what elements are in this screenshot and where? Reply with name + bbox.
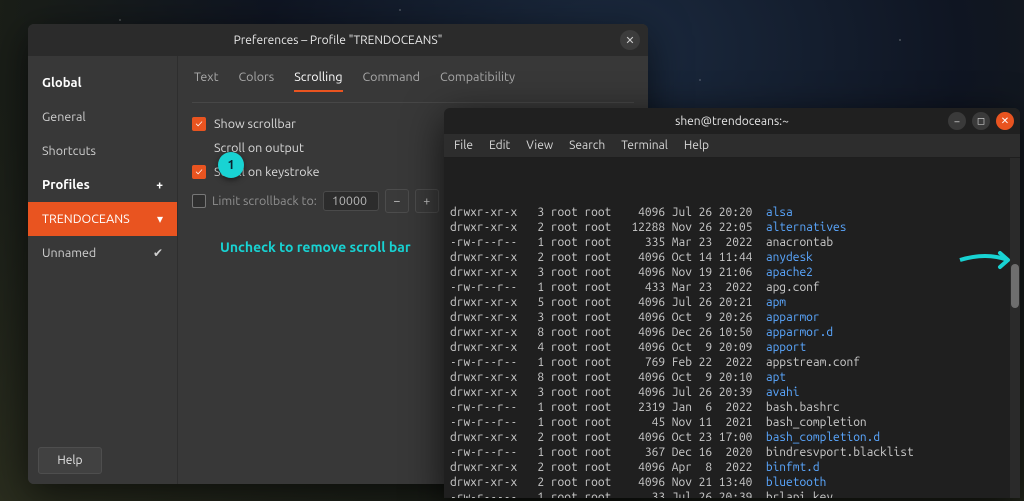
preferences-close-button[interactable]: ✕: [620, 30, 640, 50]
checkbox-scroll-keystroke[interactable]: [192, 165, 206, 179]
sidebar-global-label: Global: [42, 76, 82, 90]
minimize-button[interactable]: –: [948, 112, 966, 130]
terminal-row: drwxr-xr-x 3 root root 4096 Jul 26 20:39…: [450, 385, 1016, 400]
tab-command[interactable]: Command: [363, 70, 420, 92]
file-name: bindresvport.blacklist: [766, 446, 914, 459]
tab-text[interactable]: Text: [194, 70, 218, 92]
sidebar-item-shortcuts[interactable]: Shortcuts: [28, 134, 177, 168]
help-label: Help: [57, 454, 82, 467]
terminal-output[interactable]: drwxr-xr-x 3 root root 4096 Jul 26 20:20…: [444, 158, 1020, 498]
terminal-row: -rw-r----- 1 root root 33 Jul 26 20:39 b…: [450, 490, 1016, 498]
sidebar-section-profiles: Profiles +: [28, 168, 177, 202]
tabs: Text Colors Scrolling Command Compatibil…: [192, 66, 634, 103]
tab-scrolling[interactable]: Scrolling: [294, 70, 342, 92]
terminal-row: drwxr-xr-x 2 root root 4096 Oct 14 11:44…: [450, 250, 1016, 265]
add-profile-button[interactable]: +: [156, 179, 163, 192]
sidebar: Global General Shortcuts Profiles + TREN…: [28, 56, 178, 484]
option-label: Limit scrollback to:: [212, 194, 317, 208]
chevron-down-icon: ▾: [157, 212, 163, 226]
terminal-scrollbar[interactable]: [1010, 158, 1020, 498]
terminal-row: -rw-r--r-- 1 root root 367 Dec 16 2020 b…: [450, 445, 1016, 460]
terminal-row: -rw-r--r-- 1 root root 335 Mar 23 2022 a…: [450, 235, 1016, 250]
terminal-row: drwxr-xr-x 2 root root 12288 Nov 26 22:0…: [450, 220, 1016, 235]
file-name: bluetooth: [766, 476, 826, 489]
tab-colors[interactable]: Colors: [238, 70, 274, 92]
menu-search[interactable]: Search: [569, 139, 605, 152]
terminal-row: drwxr-xr-x 5 root root 4096 Jul 26 20:21…: [450, 295, 1016, 310]
terminal-row: drwxr-xr-x 3 root root 4096 Oct 9 20:26 …: [450, 310, 1016, 325]
menu-terminal[interactable]: Terminal: [621, 139, 668, 152]
preferences-title: Preferences – Profile "TRENDOCEANS": [234, 34, 443, 47]
window-controls: – ◻ ✕: [948, 112, 1014, 130]
sidebar-item-label: General: [42, 110, 86, 124]
sidebar-profiles-label: Profiles: [42, 178, 90, 192]
menu-help[interactable]: Help: [684, 139, 709, 152]
terminal-row: drwxr-xr-x 2 root root 4096 Oct 23 17:00…: [450, 430, 1016, 445]
file-name: apg.conf: [766, 281, 820, 294]
terminal-row: drwxr-xr-x 8 root root 4096 Dec 26 10:50…: [450, 325, 1016, 340]
annotation-marker-1: 1: [218, 152, 244, 178]
close-icon: ✕: [625, 34, 634, 47]
terminal-titlebar: shen@trendoceans:~ – ◻ ✕: [444, 108, 1020, 134]
menu-file[interactable]: File: [454, 139, 473, 152]
menu-edit[interactable]: Edit: [489, 139, 510, 152]
terminal-row: drwxr-xr-x 2 root root 4096 Nov 21 13:40…: [450, 475, 1016, 490]
file-name: anacrontab: [766, 236, 833, 249]
sidebar-profile-trendoceans[interactable]: TRENDOCEANS ▾: [28, 202, 177, 236]
scrollback-value[interactable]: 10000: [323, 191, 379, 211]
file-name: apm: [766, 296, 786, 309]
file-name: bash.bashrc: [766, 401, 840, 414]
file-name: bash_completion: [766, 416, 867, 429]
terminal-row: drwxr-xr-x 4 root root 4096 Oct 9 20:09 …: [450, 340, 1016, 355]
terminal-window: shen@trendoceans:~ – ◻ ✕ File Edit View …: [444, 108, 1020, 498]
menu-view[interactable]: View: [526, 139, 553, 152]
checkbox-show-scrollbar[interactable]: [192, 117, 206, 131]
check-icon: ✔: [153, 246, 163, 260]
sidebar-item-label: Shortcuts: [42, 144, 96, 158]
file-name: apparmor.d: [766, 326, 833, 339]
checkbox-limit-scrollback[interactable]: [192, 194, 206, 208]
file-name: apt: [766, 371, 786, 384]
option-label: Show scrollbar: [214, 117, 296, 131]
terminal-row: -rw-r--r-- 1 root root 45 Nov 11 2021 ba…: [450, 415, 1016, 430]
file-name: apparmor: [766, 311, 820, 324]
close-button[interactable]: ✕: [996, 112, 1014, 130]
terminal-row: drwxr-xr-x 3 root root 4096 Nov 19 21:06…: [450, 265, 1016, 280]
terminal-row: drwxr-xr-x 2 root root 4096 Apr 8 2022 b…: [450, 460, 1016, 475]
decrement-button[interactable]: −: [385, 189, 409, 213]
file-name: apport: [766, 341, 806, 354]
sidebar-profile-unnamed[interactable]: Unnamed ✔: [28, 236, 177, 270]
increment-button[interactable]: +: [415, 189, 439, 213]
terminal-row: drwxr-xr-x 8 root root 4096 Oct 9 20:10 …: [450, 370, 1016, 385]
file-name: avahi: [766, 386, 800, 399]
file-name: brlapi.key: [766, 491, 833, 498]
sidebar-item-label: Unnamed: [42, 246, 96, 260]
file-name: appstream.conf: [766, 356, 860, 369]
terminal-scrollbar-thumb[interactable]: [1011, 264, 1019, 308]
terminal-row: -rw-r--r-- 1 root root 433 Mar 23 2022 a…: [450, 280, 1016, 295]
terminal-title: shen@trendoceans:~: [675, 115, 789, 128]
file-name: binfmt.d: [766, 461, 820, 474]
sidebar-item-general[interactable]: General: [28, 100, 177, 134]
terminal-row: -rw-r--r-- 1 root root 769 Feb 22 2022 a…: [450, 355, 1016, 370]
terminal-menubar: File Edit View Search Terminal Help: [444, 134, 1020, 158]
file-name: alternatives: [766, 221, 847, 234]
file-name: anydesk: [766, 251, 813, 264]
file-name: alsa: [766, 206, 793, 219]
terminal-row: -rw-r--r-- 1 root root 2319 Jan 6 2022 b…: [450, 400, 1016, 415]
sidebar-item-label: TRENDOCEANS: [42, 212, 130, 226]
file-name: bash_completion.d: [766, 431, 880, 444]
terminal-row: drwxr-xr-x 3 root root 4096 Jul 26 20:20…: [450, 205, 1016, 220]
help-button[interactable]: Help: [38, 447, 102, 474]
tab-compatibility[interactable]: Compatibility: [440, 70, 515, 92]
file-name: apache2: [766, 266, 813, 279]
sidebar-section-global: Global: [28, 66, 177, 100]
maximize-button[interactable]: ◻: [972, 112, 990, 130]
preferences-titlebar: Preferences – Profile "TRENDOCEANS" ✕: [28, 24, 648, 56]
